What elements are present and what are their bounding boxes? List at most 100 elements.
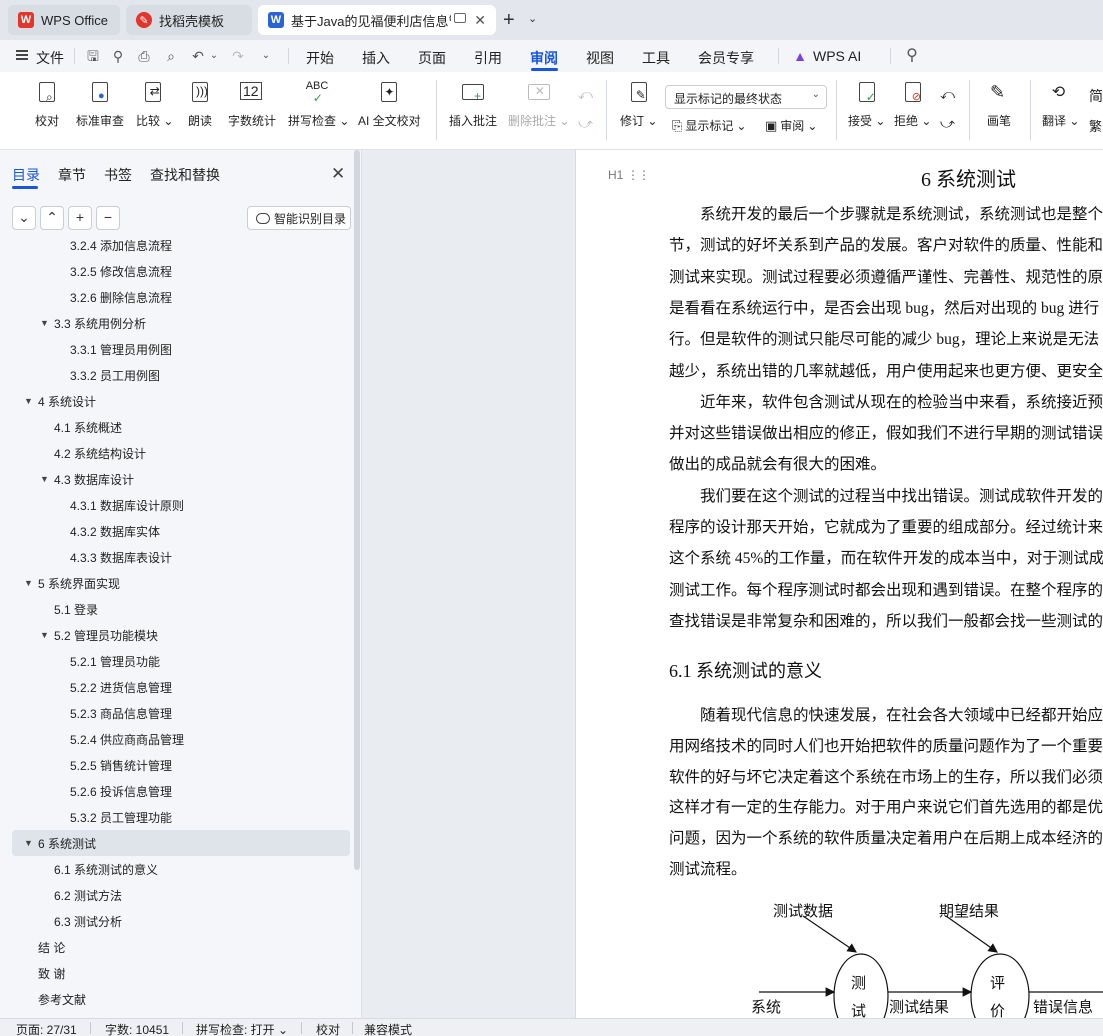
print-preview-icon[interactable]: ⌕	[163, 48, 179, 64]
standard-review-button[interactable]: ● 标准审查	[76, 80, 124, 129]
toc-item[interactable]: 4.1 系统概述	[40, 414, 122, 440]
close-tab-icon[interactable]: ✕	[474, 12, 486, 29]
toc-item[interactable]: 5.1 登录	[40, 596, 98, 622]
drag-handle-icon[interactable]: ⋮⋮	[627, 168, 650, 182]
tab-current-document[interactable]: W 基于Java的见福便利店信息管 ✕	[258, 5, 496, 35]
menu-file[interactable]: 文件	[36, 48, 64, 68]
undo-dropdown-icon[interactable]: ⌄	[206, 48, 222, 64]
toc-item[interactable]: 3.2.5 修改信息流程	[56, 258, 172, 284]
more-chevron-icon[interactable]: ⌄	[258, 48, 274, 64]
delete-comment-button[interactable]: ✕ 删除批注 ⌄	[508, 80, 569, 129]
search-icon[interactable]: ⚲	[904, 48, 920, 64]
pen-button[interactable]: ✎ 画笔	[986, 80, 1012, 129]
collapse-up-button[interactable]: ⌃	[40, 206, 64, 230]
toc-item[interactable]: ▼ 5 系统界面实现	[24, 570, 120, 596]
save-icon[interactable]: 🖫	[85, 48, 101, 64]
translate-button[interactable]: ⟲ 翻译 ⌄	[1042, 80, 1079, 129]
toc-item[interactable]: 4.3.2 数据库实体	[56, 518, 160, 544]
hamburger-icon[interactable]	[16, 50, 28, 60]
menu-review[interactable]: 审阅	[530, 48, 558, 68]
toc-item[interactable]: 5.2.4 供应商商品管理	[56, 726, 184, 752]
toc-item[interactable]: 5.3.2 员工管理功能	[56, 804, 172, 830]
toc-item[interactable]: 3.2.6 删除信息流程	[56, 284, 172, 310]
tab-chapters[interactable]: 章节	[58, 165, 86, 185]
menu-insert[interactable]: 插入	[362, 48, 390, 68]
document-page[interactable]: H1 ⋮⋮ 6 系统测试 系统开发的最后一个步骤就是系统测试，系统测试也是整个节…	[575, 150, 1103, 1018]
toc-item[interactable]: 4.3.1 数据库设计原则	[56, 492, 184, 518]
expand-triangle-icon[interactable]: ▼	[40, 474, 54, 484]
menu-references[interactable]: 引用	[474, 48, 502, 68]
toc-item[interactable]: 5.2.3 商品信息管理	[56, 700, 172, 726]
toc-item[interactable]: 3.3.2 员工用例图	[56, 362, 160, 388]
undo-icon[interactable]: ↶	[190, 48, 206, 64]
menu-home[interactable]: 开始	[306, 48, 334, 68]
toc-item[interactable]: 3.3.1 管理员用例图	[56, 336, 172, 362]
status-word-count[interactable]: 字数: 10451	[105, 1021, 169, 1036]
smart-toc-button[interactable]: 智能识别目录	[247, 206, 351, 230]
toc-item[interactable]: ▼ 6 系统测试	[12, 830, 350, 856]
menu-member[interactable]: 会员专享	[698, 48, 754, 68]
tab-toc[interactable]: 目录	[12, 165, 40, 185]
remove-heading-button[interactable]: −	[96, 206, 120, 230]
compare-button[interactable]: ⇄ 比较 ⌄	[136, 80, 173, 129]
menu-wps-ai[interactable]: WPS AI	[813, 48, 861, 64]
tab-wps-office[interactable]: W WPS Office	[8, 5, 120, 35]
previous-change-icon[interactable]: ⤺	[940, 86, 955, 103]
toc-item[interactable]: 参考文献	[24, 986, 86, 1010]
toc-item[interactable]: ▼ 5.2 管理员功能模块	[40, 622, 158, 648]
insert-comment-button[interactable]: + 插入批注	[449, 80, 497, 129]
toc-item[interactable]: 5.2.1 管理员功能	[56, 648, 160, 674]
toc-item[interactable]: 6.3 测试分析	[40, 908, 122, 934]
menu-view[interactable]: 视图	[586, 48, 614, 68]
chevron-down-icon[interactable]: ⌄	[528, 12, 537, 25]
next-change-icon[interactable]: ⤻	[940, 115, 955, 132]
expand-triangle-icon[interactable]: ▼	[24, 838, 38, 848]
read-aloud-button[interactable]: ))) 朗读	[187, 80, 213, 129]
toc-item[interactable]: 4.3.3 数据库表设计	[56, 544, 172, 570]
toc-scrollbar[interactable]	[354, 150, 360, 870]
next-comment-icon[interactable]: ⤻	[578, 115, 593, 132]
toc-item[interactable]: 6.2 测试方法	[40, 882, 122, 908]
tab-docer-templates[interactable]: ✎ 找稻壳模板	[126, 5, 252, 35]
markup-state-dropdown[interactable]: 显示标记的最终状态 ⌄	[665, 85, 827, 109]
status-page[interactable]: 页面: 27/31	[16, 1021, 77, 1036]
expand-triangle-icon[interactable]: ▼	[40, 318, 54, 328]
word-count-button[interactable]: 12 字数统计	[228, 80, 276, 129]
reject-button[interactable]: ⊘ 拒绝 ⌄	[894, 80, 931, 129]
tab-bookmarks[interactable]: 书签	[104, 165, 132, 185]
previous-comment-icon[interactable]: ⤺	[578, 86, 593, 103]
expand-down-button[interactable]: ⌄	[12, 206, 36, 230]
expand-triangle-icon[interactable]: ▼	[40, 630, 54, 640]
proofread-button[interactable]: ⌕ 校对	[34, 80, 60, 129]
toc-item[interactable]: 5.2.5 销售统计管理	[56, 752, 172, 778]
print-icon[interactable]: ⎙	[136, 48, 152, 64]
ai-proofread-button[interactable]: ✦ AI 全文校对	[358, 80, 421, 129]
review-pane-button[interactable]: ▣ 审阅 ⌄	[765, 117, 817, 134]
toc-item[interactable]: 3.2.4 添加信息流程	[56, 240, 172, 258]
toc-item[interactable]: 致 谢	[24, 960, 65, 986]
redo-icon[interactable]: ↷	[230, 48, 246, 64]
toc-item[interactable]: ▼ 4 系统设计	[24, 388, 96, 414]
traditional-chinese-button[interactable]: 繁	[1089, 116, 1102, 135]
show-markup-button[interactable]: ⎘ 显示标记 ⌄	[672, 117, 746, 134]
new-tab-icon[interactable]: +	[503, 9, 515, 32]
expand-triangle-icon[interactable]: ▼	[24, 396, 38, 406]
toc-item[interactable]: 5.2.6 投诉信息管理	[56, 778, 172, 804]
accept-button[interactable]: ✓ 接受 ⌄	[848, 80, 885, 129]
monitor-icon[interactable]	[454, 13, 466, 23]
toc-item[interactable]: 5.2.2 进货信息管理	[56, 674, 172, 700]
toc-item[interactable]: 6.1 系统测试的意义	[40, 856, 158, 882]
menu-tools[interactable]: 工具	[642, 48, 670, 68]
toc-item[interactable]: ▼ 3.3 系统用例分析	[40, 310, 146, 336]
close-pane-icon[interactable]: ✕	[331, 164, 345, 184]
toc-item[interactable]: 4.2 系统结构设计	[40, 440, 146, 466]
tab-find-replace[interactable]: 查找和替换	[150, 165, 220, 185]
menu-page[interactable]: 页面	[418, 48, 446, 68]
track-changes-button[interactable]: ✎ 修订 ⌄	[620, 80, 657, 129]
share-icon[interactable]: ⚲	[110, 48, 126, 64]
toc-item[interactable]: 结 论	[24, 934, 65, 960]
expand-triangle-icon[interactable]: ▼	[24, 578, 38, 588]
simplified-chinese-button[interactable]: 简	[1089, 86, 1103, 106]
add-heading-button[interactable]: +	[68, 206, 92, 230]
status-proofread[interactable]: 校对	[316, 1021, 340, 1036]
